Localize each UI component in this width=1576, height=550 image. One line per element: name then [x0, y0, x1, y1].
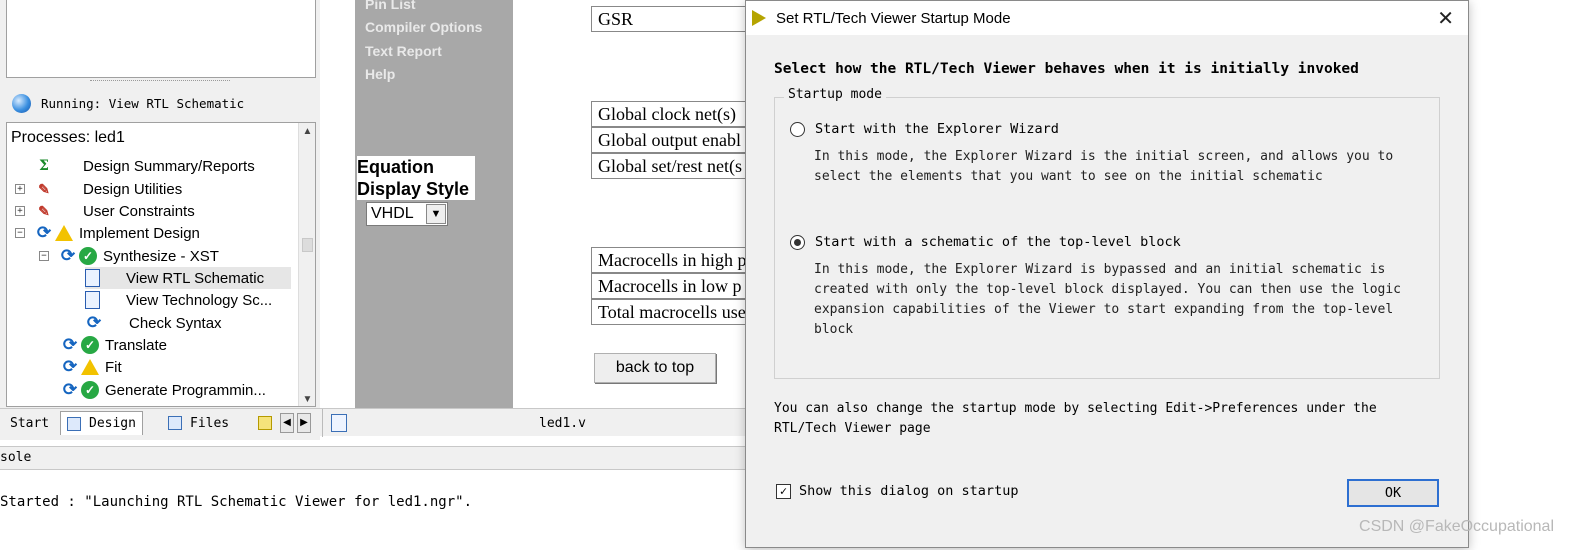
warning-icon — [81, 359, 99, 375]
tree-item-fit[interactable]: ⟳ Fit — [61, 356, 122, 378]
collapse-icon[interactable]: − — [15, 228, 25, 238]
warning-icon — [55, 225, 73, 241]
splitter-grip[interactable] — [90, 80, 230, 83]
running-status: Running: View RTL Schematic — [12, 92, 244, 114]
tree-item-design-summary[interactable]: Σ Design Summary/Reports — [35, 155, 255, 177]
show-on-startup-label: Show this dialog on startup — [799, 483, 1019, 499]
check-icon: ✓ — [81, 381, 99, 399]
file-icon — [331, 414, 347, 432]
design-icon — [67, 416, 81, 431]
radio-explorer-wizard[interactable]: Start with the Explorer Wizard — [790, 121, 1059, 137]
equation-label-line2: Display Style — [357, 179, 470, 199]
check-icon: ✓ — [79, 247, 97, 265]
watermark: CSDN @FakeOccupational — [1359, 518, 1554, 535]
dialog-titlebar[interactable]: Set RTL/Tech Viewer Startup Mode ✕ — [746, 1, 1468, 35]
tree-item-design-utilities[interactable]: + ✎ Design Utilities — [15, 178, 182, 200]
report-cell-macro-low: Macrocells in low p — [591, 273, 751, 299]
tool-icon: ✎ — [38, 202, 50, 219]
report-cell-global-clock: Global clock net(s) — [591, 101, 751, 127]
tab-start-label: Start — [10, 415, 50, 431]
scroll-down-icon[interactable]: ▼ — [299, 391, 315, 406]
radio-button[interactable] — [790, 121, 805, 137]
expand-icon[interactable]: + — [15, 206, 25, 216]
tab-files-label: Files — [190, 415, 230, 431]
files-icon — [168, 416, 182, 430]
tab-next-icon[interactable]: ▶ — [297, 413, 311, 433]
sync-icon: ⟳ — [62, 357, 78, 376]
running-status-text: Running: View RTL Schematic — [41, 95, 245, 111]
tree-item-check-syntax[interactable]: ⟳ Check Syntax — [85, 312, 222, 334]
app-logo-icon — [752, 10, 766, 26]
tool-icon: ✎ — [38, 180, 50, 197]
tree-item-synthesize[interactable]: − ⟳ ✓ Synthesize - XST — [39, 245, 219, 267]
check-icon: ✓ — [81, 336, 99, 354]
report-cell-global-setreset: Global set/rest net(s — [591, 153, 751, 179]
sync-icon: ⟳ — [60, 246, 76, 265]
sigma-icon: Σ — [39, 158, 49, 174]
sync-icon: ⟳ — [62, 380, 78, 399]
ok-button[interactable]: OK — [1347, 479, 1439, 507]
processes-title: Processes: led1 — [11, 129, 125, 146]
hierarchy-pane — [6, 0, 316, 78]
tree-scrollbar[interactable]: ▲ ▼ — [298, 123, 315, 406]
tree-item-view-rtl-schematic[interactable]: View RTL Schematic — [85, 267, 291, 289]
radio-button-selected[interactable] — [790, 234, 805, 250]
tab-design-label: Design — [89, 416, 136, 431]
tree-item-user-constraints[interactable]: + ✎ User Constraints — [15, 200, 195, 222]
equation-style-value: VHDL — [371, 205, 414, 222]
show-on-startup-checkbox[interactable]: ✓ Show this dialog on startup — [776, 483, 1018, 499]
equation-style-select[interactable]: VHDL ▼ — [366, 202, 448, 226]
back-to-top-button[interactable]: back to top — [594, 353, 716, 383]
tab-file-label: led1.v — [539, 415, 586, 431]
libraries-icon — [258, 416, 272, 430]
radio-explorer-wizard-label: Start with the Explorer Wizard — [815, 121, 1059, 137]
startup-mode-dialog: Set RTL/Tech Viewer Startup Mode ✕ Selec… — [745, 0, 1469, 548]
expand-icon[interactable]: + — [15, 184, 25, 194]
equation-label-line1: Equation — [357, 157, 434, 177]
tree-item-translate[interactable]: ⟳ ✓ Translate — [61, 334, 167, 356]
dialog-title: Set RTL/Tech Viewer Startup Mode — [776, 9, 1011, 27]
tree-item-implement-design[interactable]: − ⟳ Implement Design — [15, 222, 200, 244]
startup-mode-label: Startup mode — [784, 87, 886, 102]
sync-icon: ⟳ — [86, 313, 102, 332]
tab-start[interactable]: Start — [4, 411, 55, 435]
report-cell-macro-total: Total macrocells use — [591, 299, 751, 325]
equation-style-label: Equation Display Style — [357, 156, 476, 200]
scroll-thumb[interactable] — [302, 238, 313, 252]
tree-item-view-technology-schematic[interactable]: View Technology Sc... — [85, 289, 272, 311]
console-output: Started : "Launching RTL Schematic Viewe… — [0, 494, 473, 510]
preferences-note: You can also change the startup mode by … — [774, 401, 1377, 436]
tab-design[interactable]: Design — [60, 411, 143, 435]
processes-panel: Running: View RTL Schematic Processes: l… — [0, 0, 320, 440]
nav-link-text-report[interactable]: Text Report — [365, 43, 442, 59]
radio-top-level-schematic[interactable]: Start with a schematic of the top-level … — [790, 234, 1181, 250]
nav-link-compiler-options[interactable]: Compiler Options — [365, 19, 482, 35]
schematic-icon — [85, 291, 100, 309]
globe-icon — [12, 93, 31, 113]
collapse-icon[interactable]: − — [39, 251, 49, 261]
schematic-icon — [85, 269, 100, 287]
explorer-wizard-description: In this mode, the Explorer Wizard is the… — [814, 149, 1394, 184]
close-icon[interactable]: ✕ — [1437, 6, 1454, 31]
dialog-heading: Select how the RTL/Tech Viewer behaves w… — [774, 61, 1359, 77]
report-cell-gsr: GSR — [591, 6, 751, 32]
panel-tabs: Start Design Files ◀ ▶ led1.v — [0, 408, 762, 437]
chevron-down-icon[interactable]: ▼ — [426, 204, 446, 224]
report-cell-global-output: Global output enabl — [591, 127, 751, 153]
process-tree: Processes: led1 Σ Design Summary/Reports… — [6, 122, 316, 407]
console-header[interactable]: sole — [0, 446, 760, 470]
scroll-up-icon[interactable]: ▲ — [299, 123, 315, 140]
radio-top-level-schematic-label: Start with a schematic of the top-level … — [815, 234, 1181, 250]
sync-icon: ⟳ — [36, 223, 52, 242]
checkbox-checked-icon[interactable]: ✓ — [776, 483, 791, 499]
report-cell-macro-high: Macrocells in high p — [591, 247, 751, 273]
top-level-schematic-description: In this mode, the Explorer Wizard is byp… — [814, 262, 1401, 337]
tab-file-led1[interactable]: led1.v — [322, 409, 762, 437]
nav-link-pin-list[interactable]: Pin List — [365, 0, 416, 12]
nav-link-help[interactable]: Help — [365, 66, 395, 82]
sync-icon: ⟳ — [62, 335, 78, 354]
tab-files[interactable]: Files — [162, 411, 235, 435]
tree-item-generate-programming[interactable]: ⟳ ✓ Generate Programmin... — [61, 379, 266, 401]
tab-prev-icon[interactable]: ◀ — [280, 413, 294, 433]
